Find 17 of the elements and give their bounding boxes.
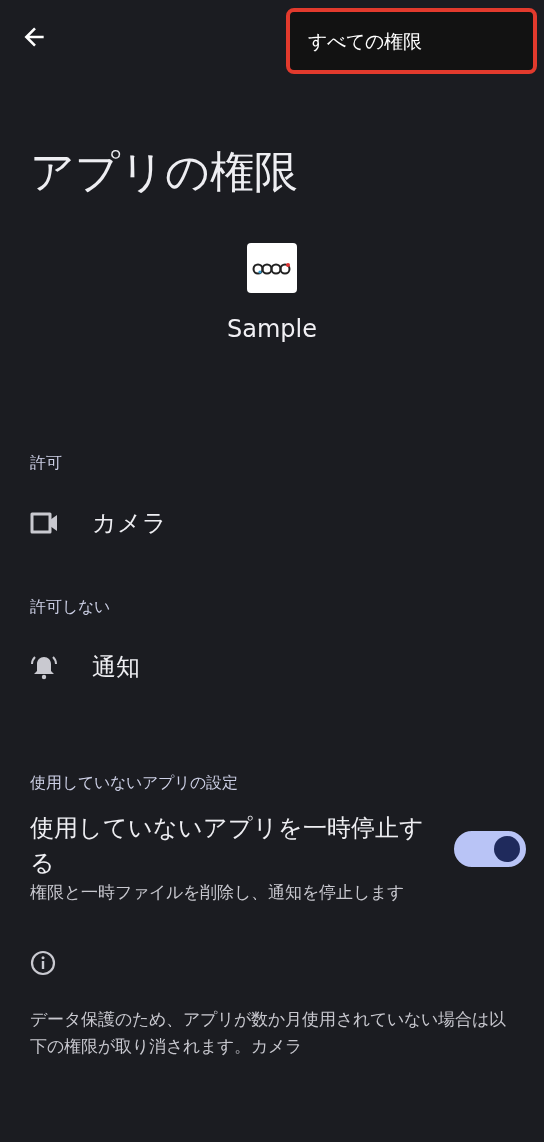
section-header: 許可 [29,451,63,474]
info-text: データ保護のため、アプリが数か月使用されていない場合は以下の権限が取り消されます。カメラ [29,1007,507,1059]
app-name: Sample [227,313,317,345]
section-header: 許可しない [29,595,111,618]
page-title: アプリの権限 [29,145,299,199]
permission-item[interactable]: 通知 [0,636,544,697]
permission-item[interactable]: カメラ [0,492,544,553]
setting-description: 権限と一時ファイルを削除し、通知を停止します [30,881,405,905]
video-camera-icon [30,511,58,534]
bell-icon [30,653,58,680]
info-icon [30,949,56,976]
section-header: 使用していないアプリの設定 [29,771,239,794]
app-icon [247,242,297,293]
menu-item[interactable]: すべての権限 [308,26,422,56]
setting-title: 使用していないアプリを一時停止する [30,812,425,879]
toggle-switch[interactable] [454,831,526,868]
toggle-row[interactable]: 使用していないアプリを一時停止する 権限と一時ファイルを削除し、通知を停止します [0,794,544,906]
